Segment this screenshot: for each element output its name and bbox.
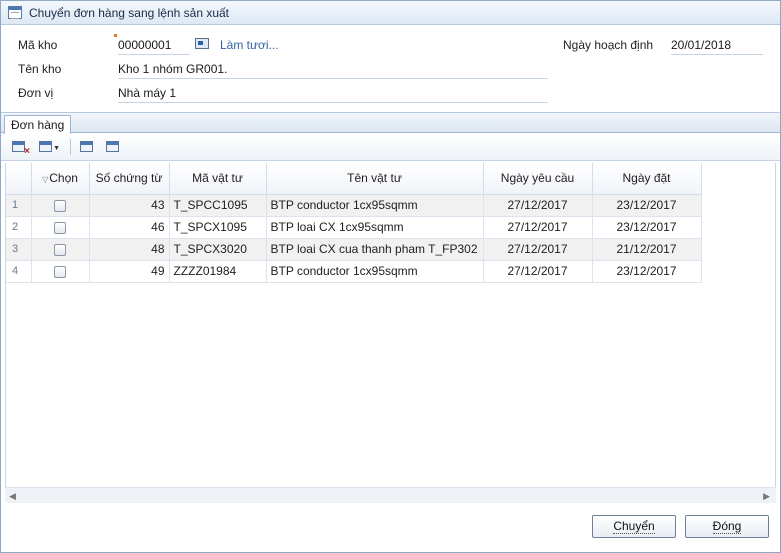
header-material-code[interactable]: Mã vật tư xyxy=(169,163,267,195)
row-checkbox[interactable] xyxy=(54,265,66,278)
dialog-footer: Chuyển Đóng xyxy=(1,504,780,552)
select-cell[interactable] xyxy=(31,216,90,239)
material-name-cell[interactable]: BTP conductor 1cx95sqmm xyxy=(266,260,484,283)
plan-date-field[interactable]: 20/01/2018 xyxy=(671,38,763,55)
unit-field: Nhà máy 1 xyxy=(118,86,548,103)
doc-no-cell[interactable]: 48 xyxy=(89,238,170,261)
column-glyph xyxy=(39,141,52,152)
scroll-left-icon[interactable]: ◀ xyxy=(9,491,16,502)
close-button[interactable]: Đóng xyxy=(685,515,769,538)
scroll-right-icon[interactable]: ▶ xyxy=(763,491,770,502)
tab-strip: Đơn hàng xyxy=(1,112,780,134)
material-code-cell[interactable]: T_SPCC1095 xyxy=(169,194,267,217)
refresh-link[interactable]: Làm tươi... xyxy=(220,38,279,52)
close-button-label: Đóng xyxy=(712,519,742,534)
material-name-cell[interactable]: BTP loai CX cua thanh pham T_FP302 xyxy=(266,238,484,261)
clear-grid-icon[interactable] xyxy=(11,139,30,157)
table-row[interactable]: 4 49 ZZZZ01984 BTP conductor 1cx95sqmm 2… xyxy=(6,260,702,283)
order-date-cell[interactable]: 23/12/2017 xyxy=(592,260,702,283)
header-order-date[interactable]: Ngày đặt xyxy=(592,163,702,195)
title-bar: Chuyển đơn hàng sang lệnh sản xuất xyxy=(1,1,780,25)
warehouse-name-field: Kho 1 nhóm GR001. xyxy=(118,62,548,79)
material-code-cell[interactable]: T_SPCX1095 xyxy=(169,216,267,239)
header-request-date[interactable]: Ngày yêu cầu xyxy=(483,163,593,195)
settings-glyph xyxy=(106,141,119,152)
table-row[interactable]: 1 43 T_SPCC1095 BTP conductor 1cx95sqmm … xyxy=(6,194,702,217)
material-code-cell[interactable]: ZZZZ01984 xyxy=(169,260,267,283)
orders-grid: ▽Chọn Số chứng từ Mã vật tư Tên vật tư N… xyxy=(5,163,776,487)
row-checkbox[interactable] xyxy=(54,243,66,256)
export-glyph xyxy=(80,141,93,152)
lookup-icon[interactable] xyxy=(195,38,209,49)
order-date-cell[interactable]: 21/12/2017 xyxy=(592,238,702,261)
window-title: Chuyển đơn hàng sang lệnh sản xuất xyxy=(29,6,230,20)
request-date-cell[interactable]: 27/12/2017 xyxy=(483,238,593,261)
orders-table: ▽Chọn Số chứng từ Mã vật tư Tên vật tư N… xyxy=(6,163,702,283)
table-row[interactable]: 2 46 T_SPCX1095 BTP loai CX 1cx95sqmm 27… xyxy=(6,216,702,239)
toolbar-separator xyxy=(70,139,71,155)
header-doc-no[interactable]: Số chứng từ xyxy=(89,163,170,195)
row-number: 4 xyxy=(6,260,32,283)
form-icon xyxy=(8,6,22,19)
chevron-down-icon: ▼ xyxy=(53,145,60,152)
dialog-window: Chuyển đơn hàng sang lệnh sản xuất Mã kh… xyxy=(0,0,781,553)
filter-icon[interactable]: ▽ xyxy=(42,175,48,184)
header-material-name[interactable]: Tên vật tư xyxy=(266,163,484,195)
order-date-cell[interactable]: 23/12/2017 xyxy=(592,194,702,217)
material-name-cell[interactable]: BTP loai CX 1cx95sqmm xyxy=(266,216,484,239)
select-cell[interactable] xyxy=(31,260,90,283)
table-row[interactable]: 3 48 T_SPCX3020 BTP loai CX cua thanh ph… xyxy=(6,238,702,261)
header-select-label: Chọn xyxy=(49,171,78,186)
order-date-cell[interactable]: 23/12/2017 xyxy=(592,216,702,239)
row-number: 2 xyxy=(6,216,32,239)
header-rownum xyxy=(6,163,32,195)
material-code-cell[interactable]: T_SPCX3020 xyxy=(169,238,267,261)
plan-date-label: Ngày hoạch định xyxy=(563,38,654,52)
header-row: ▽Chọn Số chứng từ Mã vật tư Tên vật tư N… xyxy=(6,163,702,195)
row-checkbox[interactable] xyxy=(54,199,66,212)
row-number: 3 xyxy=(6,238,32,261)
warehouse-code-field[interactable]: 00000001 xyxy=(118,38,190,55)
unit-label: Đơn vị xyxy=(18,86,54,100)
clear-glyph xyxy=(12,141,30,157)
request-date-cell[interactable]: 27/12/2017 xyxy=(483,194,593,217)
doc-no-cell[interactable]: 49 xyxy=(89,260,170,283)
grid-settings-icon[interactable] xyxy=(105,139,123,155)
column-chooser-icon[interactable]: ▼ xyxy=(38,139,60,155)
horizontal-scrollbar[interactable]: ◀ ▶ xyxy=(5,487,776,503)
select-cell[interactable] xyxy=(31,194,90,217)
transfer-button-label: Chuyển xyxy=(613,519,655,534)
required-marker xyxy=(114,34,117,37)
grid-toolbar: ▼ xyxy=(1,134,780,161)
material-name-cell[interactable]: BTP conductor 1cx95sqmm xyxy=(266,194,484,217)
transfer-button[interactable]: Chuyển xyxy=(592,515,676,538)
warehouse-code-label: Mã kho xyxy=(18,38,58,52)
tab-orders[interactable]: Đơn hàng xyxy=(4,115,72,134)
export-icon[interactable] xyxy=(79,139,97,155)
header-select[interactable]: ▽Chọn xyxy=(31,163,90,195)
row-number: 1 xyxy=(6,194,32,217)
request-date-cell[interactable]: 27/12/2017 xyxy=(483,216,593,239)
warehouse-name-label: Tên kho xyxy=(18,62,62,76)
doc-no-cell[interactable]: 46 xyxy=(89,216,170,239)
request-date-cell[interactable]: 27/12/2017 xyxy=(483,260,593,283)
row-checkbox[interactable] xyxy=(54,221,66,234)
select-cell[interactable] xyxy=(31,238,90,261)
doc-no-cell[interactable]: 43 xyxy=(89,194,170,217)
